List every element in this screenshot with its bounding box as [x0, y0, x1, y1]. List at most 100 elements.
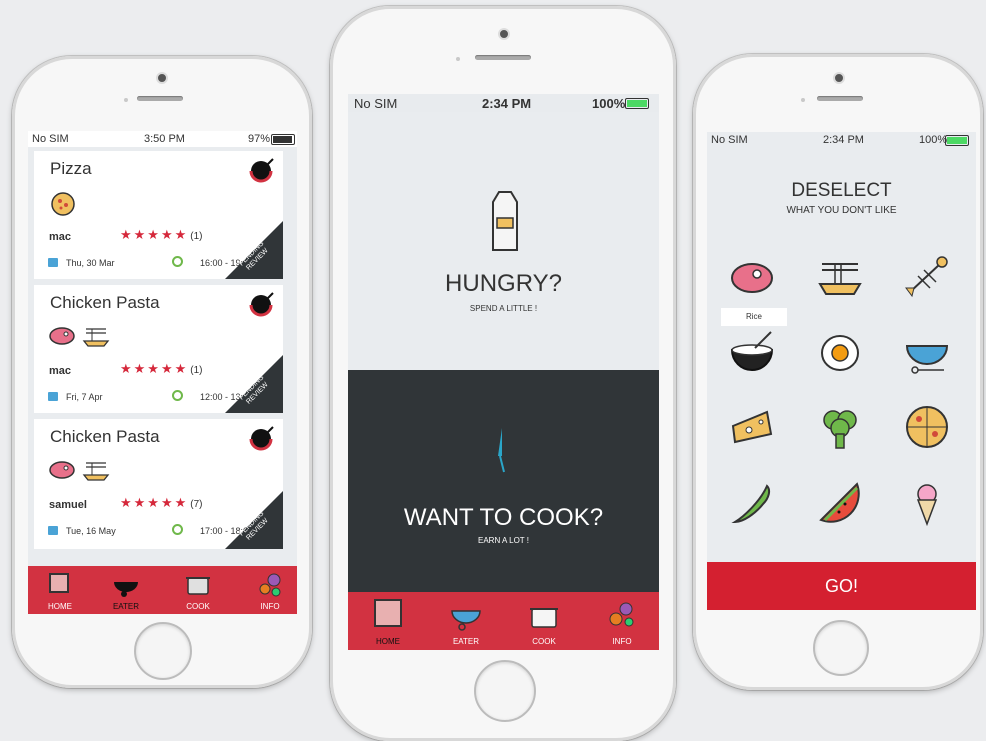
gears-icon — [609, 602, 634, 627]
battery-icon — [945, 135, 969, 146]
status-bar: No SIM 3:50 PM 97% — [28, 131, 297, 147]
battery-label: 100% — [592, 96, 626, 111]
tab-eater[interactable]: EATER — [444, 597, 488, 647]
chicken-icon — [49, 461, 75, 479]
knife-icon — [498, 428, 505, 473]
tab-cook[interactable]: COOK — [522, 597, 566, 647]
chili-pepper-icon[interactable] — [729, 480, 775, 526]
tab-home[interactable]: HOME — [42, 570, 78, 612]
broccoli-icon[interactable] — [817, 404, 863, 450]
cook-badge-icon — [249, 292, 274, 317]
meal-date: Fri, 7 Apr — [66, 392, 103, 402]
noodles-icon[interactable] — [817, 254, 863, 300]
pasta-icon — [82, 462, 110, 481]
list-item[interactable]: Chicken Pasta samuel ★★★★★ (7) Tue, 16 Ma… — [34, 419, 283, 549]
front-camera — [156, 72, 168, 84]
pizza-icon[interactable] — [904, 404, 950, 450]
tab-bar: HOME EATER COOK INFO — [348, 592, 659, 650]
pizza-icon — [51, 192, 75, 216]
tab-info[interactable]: INFO — [250, 570, 290, 612]
rating-count: (7) — [190, 499, 203, 510]
right-phone: No SIM 2:34 PM 100% DESELECT WHAT YOU DO… — [693, 54, 983, 690]
home-button[interactable] — [813, 620, 869, 676]
rice-tooltip: Rice — [721, 308, 787, 326]
status-bar: No SIM 2:34 PM 100% — [707, 132, 976, 148]
front-camera — [498, 28, 510, 40]
cheese-icon[interactable] — [729, 404, 775, 450]
middle-screen: No SIM 2:34 PM 100% HUNGRY? SPEND A LITT… — [348, 94, 659, 650]
tab-bar: HOME EATER COOK INFO — [28, 566, 297, 614]
watermelon-icon[interactable] — [817, 480, 863, 526]
proximity-sensor — [801, 98, 805, 102]
pasta-icon — [82, 328, 110, 347]
home-icon — [374, 599, 402, 627]
carrier-label: No SIM — [711, 134, 748, 146]
tab-label: COOK — [532, 637, 556, 646]
dish-title: Pizza — [50, 159, 92, 178]
cooking-pot-icon — [530, 608, 558, 628]
cook-section[interactable]: WANT TO COOK? EARN A LOT ! — [348, 370, 659, 592]
pending-review-ribbon: PENDING REVIEW — [225, 355, 283, 413]
tab-home[interactable]: HOME — [368, 597, 408, 647]
rating-count: (1) — [190, 231, 203, 242]
rating-count: (1) — [190, 365, 203, 376]
clock-label: 3:50 PM — [144, 133, 185, 145]
cook-username: samuel — [49, 499, 87, 511]
tab-label: INFO — [260, 602, 280, 611]
eater-bowl-icon — [451, 610, 481, 631]
cooking-pot-icon — [186, 577, 210, 595]
cook-username: mac — [49, 365, 72, 377]
go-button[interactable]: GO! — [707, 562, 976, 610]
chicken-icon — [49, 327, 75, 345]
tab-label: EATER — [452, 637, 480, 646]
battery-icon — [271, 134, 295, 145]
battery-icon — [625, 98, 649, 109]
list-item[interactable]: Chicken Pasta mac ★★★★★ (1) Fri, 7 Apr 12… — [34, 285, 283, 413]
rating-stars: ★★★★★ (1) — [120, 361, 203, 376]
gears-icon — [259, 573, 281, 597]
tab-label: INFO — [612, 637, 632, 646]
carrier-label: No SIM — [32, 133, 69, 145]
hungry-heading: HUNGRY? — [445, 270, 562, 297]
clock-label: 2:34 PM — [482, 96, 532, 111]
earpiece-speaker — [817, 96, 863, 101]
carrier-label: No SIM — [354, 96, 398, 111]
proximity-sensor — [124, 98, 128, 102]
cook-badge-icon — [249, 426, 274, 451]
home-button[interactable] — [474, 660, 536, 722]
clock-label: 2:34 PM — [823, 134, 864, 146]
left-phone: No SIM 3:50 PM 97% Pizza mac ★★★★★ (1) Th… — [12, 56, 312, 688]
milk-carton-icon — [492, 191, 518, 251]
home-button[interactable] — [134, 622, 192, 680]
dish-title: Chicken Pasta — [50, 427, 160, 446]
cook-username: mac — [49, 231, 72, 243]
steak-icon[interactable] — [729, 254, 775, 300]
rice-bowl-icon[interactable] — [729, 330, 775, 376]
rating-stars: ★★★★★ (1) — [120, 227, 203, 242]
soup-bowl-icon[interactable] — [904, 330, 950, 376]
battery-label: 97% — [248, 133, 271, 145]
hungry-subheading: SPEND A LITTLE ! — [469, 304, 538, 313]
status-bar: No SIM 2:34 PM 100% — [348, 94, 659, 112]
tab-cook[interactable]: COOK — [178, 570, 218, 612]
eater-section[interactable]: HUNGRY? SPEND A LITTLE ! — [348, 112, 659, 370]
list-item[interactable]: Pizza mac ★★★★★ (1) Thu, 30 Mar 16:00 - 1… — [34, 151, 283, 279]
tab-label: HOME — [48, 602, 72, 611]
ice-cream-icon[interactable] — [904, 480, 950, 526]
cook-badge-icon — [249, 158, 274, 183]
tab-label: HOME — [376, 637, 400, 646]
earpiece-speaker — [137, 96, 183, 101]
tab-info[interactable]: INFO — [600, 597, 644, 647]
meal-date: Thu, 30 Mar — [66, 258, 115, 268]
proximity-sensor — [456, 57, 460, 61]
fried-egg-icon[interactable] — [817, 330, 863, 376]
calendar-icon — [48, 392, 58, 401]
pending-review-ribbon: PENDING REVIEW — [225, 221, 283, 279]
left-screen: No SIM 3:50 PM 97% Pizza mac ★★★★★ (1) Th… — [28, 131, 297, 614]
meal-date: Tue, 16 May — [66, 526, 116, 536]
front-camera — [833, 72, 845, 84]
tab-eater[interactable]: EATER — [106, 570, 146, 612]
cook-heading: WANT TO COOK? — [403, 504, 604, 531]
battery-label: 100% — [919, 134, 948, 146]
fish-bone-icon[interactable] — [904, 254, 950, 300]
